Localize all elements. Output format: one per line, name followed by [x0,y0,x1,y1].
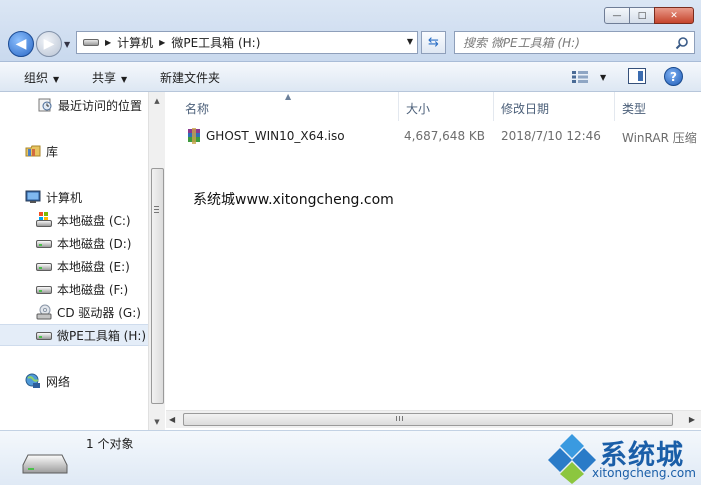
system-drive-icon [36,212,52,228]
share-label: 共享 [92,71,117,85]
refresh-button[interactable]: ⇆ [421,31,446,54]
back-button[interactable]: ◀ [8,31,34,57]
sort-ascending-icon: ▲ [285,92,292,101]
file-row[interactable]: GHOST_WIN10_X64.iso 4,687,648 KB 2018/7/… [184,126,701,148]
search-box[interactable] [454,31,695,54]
logo-url: xitongcheng.com [592,466,696,480]
breadcrumb-separator-icon[interactable]: ▶ [105,38,111,47]
column-header: ▲ 名称 大小 修改日期 类型 [166,92,701,121]
column-size[interactable]: 大小 [406,100,430,117]
minimize-button[interactable]: — [604,7,630,24]
breadcrumb-separator-icon[interactable]: ▶ [159,38,165,47]
breadcrumb-current-drive[interactable]: 微PE工具箱 (H:) [171,34,260,51]
computer-icon [25,190,41,203]
column-divider[interactable] [493,92,494,121]
scroll-down-icon[interactable]: ▼ [149,413,165,430]
watermark-text: 系统城www.xitongcheng.com [193,192,394,208]
view-icon [572,71,588,83]
change-view-button[interactable]: ▼ [572,68,612,86]
command-bar: 组织 ▼ 共享 ▼ 新建文件夹 ▼ ? [0,62,701,92]
nav-item-computer[interactable]: 计算机 [0,186,148,208]
organize-label: 组织 [24,71,49,85]
drive-icon [22,454,68,474]
nav-item-library[interactable]: 库 [0,140,148,162]
grip-icon [396,416,404,421]
close-button[interactable]: ✕ [654,7,694,24]
back-arrow-icon: ◀ [15,36,27,52]
preview-pane-button[interactable] [628,68,646,84]
drive-icon [36,281,52,297]
scroll-right-icon[interactable]: ▶ [689,415,695,424]
winrar-archive-icon [188,128,200,144]
nav-item-cd-drive-g[interactable]: CD 驱动器 (G:) [0,301,148,323]
library-icon [25,145,41,157]
nav-item-recent-places[interactable]: 最近访问的位置 [0,94,148,116]
nav-item-label: 计算机 [46,190,83,205]
file-modified-date: 2018/7/10 12:46 [501,129,601,143]
breadcrumb-computer[interactable]: 计算机 [117,34,153,51]
forward-arrow-icon: ▶ [43,36,55,52]
column-divider[interactable] [398,92,399,121]
file-name: GHOST_WIN10_X64.iso [206,129,345,143]
help-button[interactable]: ? [664,67,683,86]
drive-icon [36,235,52,251]
horizontal-scrollbar[interactable]: ◀ ▶ [166,410,701,428]
forward-button[interactable]: ▶ [36,31,62,57]
column-type[interactable]: 类型 [622,100,646,117]
item-count: 1 个对象 [86,437,134,451]
cd-drive-icon [36,304,52,320]
nav-item-label: 本地磁盘 (C:) [57,213,131,228]
recent-places-icon [38,98,52,112]
navigation-pane: 最近访问的位置 库 计算机 本地磁盘 (C:) 本地磁盘 (D:) 本地磁盘 (… [0,92,148,430]
maximize-button[interactable]: □ [629,7,655,24]
nav-item-label: CD 驱动器 (G:) [57,305,141,320]
nav-item-label: 本地磁盘 (E:) [57,259,130,274]
nav-item-label: 本地磁盘 (F:) [57,282,129,297]
nav-item-label: 本地磁盘 (D:) [57,236,132,251]
chevron-down-icon: ▼ [600,72,607,82]
nav-item-label: 微PE工具箱 (H:) [57,328,147,343]
navigation-scrollbar[interactable]: ▲ ▼ [148,92,165,430]
address-bar[interactable]: ▶ 计算机 ▶ 微PE工具箱 (H:) ▼ [76,31,418,54]
nav-item-label: 网络 [46,374,71,389]
site-logo: 系统城 xitongcheng.com [548,430,698,485]
nav-item-label: 库 [46,144,59,159]
organize-menu[interactable]: 组织 ▼ [24,69,59,86]
nav-item-drive-f[interactable]: 本地磁盘 (F:) [0,278,148,300]
column-name[interactable]: 名称 [185,100,209,117]
drive-icon [36,327,52,343]
address-history-dropdown-icon[interactable]: ▼ [407,37,413,46]
search-input[interactable] [463,35,663,50]
logo-icon [548,434,596,484]
chevron-down-icon: ▼ [121,75,128,84]
column-divider[interactable] [614,92,615,121]
share-menu[interactable]: 共享 ▼ [92,69,127,86]
new-folder-button[interactable]: 新建文件夹 [160,69,220,86]
drive-icon [83,39,99,46]
column-modified[interactable]: 修改日期 [501,100,549,117]
nav-item-label: 最近访问的位置 [58,98,143,113]
scroll-left-icon[interactable]: ◀ [169,415,175,424]
nav-item-drive-c[interactable]: 本地磁盘 (C:) [0,209,148,231]
file-type: WinRAR 压缩 [622,131,697,145]
nav-item-drive-h[interactable]: 微PE工具箱 (H:) [0,324,148,346]
recent-pages-dropdown[interactable]: ▼ [64,40,70,49]
nav-item-drive-d[interactable]: 本地磁盘 (D:) [0,232,148,254]
nav-item-network[interactable]: 网络 [0,370,148,392]
search-icon[interactable] [675,36,689,50]
window-controls: — □ ✕ [604,7,694,24]
scroll-up-icon[interactable]: ▲ [149,92,165,109]
grip-icon [154,206,159,213]
drive-icon [36,258,52,274]
file-list: ▲ 名称 大小 修改日期 类型 GHOST_WIN10_X64.iso 4,68… [166,92,701,430]
refresh-icon: ⇆ [428,35,439,50]
nav-item-drive-e[interactable]: 本地磁盘 (E:) [0,255,148,277]
network-icon [25,373,40,388]
scrollbar-thumb[interactable] [151,168,164,404]
file-size: 4,687,648 KB [404,129,485,143]
chevron-down-icon: ▼ [53,75,60,84]
scrollbar-thumb[interactable] [183,413,673,426]
title-bar: — □ ✕ ◀ ▶ ▼ ▶ 计算机 ▶ 微PE工具箱 (H:) ▼ ⇆ [0,0,701,62]
